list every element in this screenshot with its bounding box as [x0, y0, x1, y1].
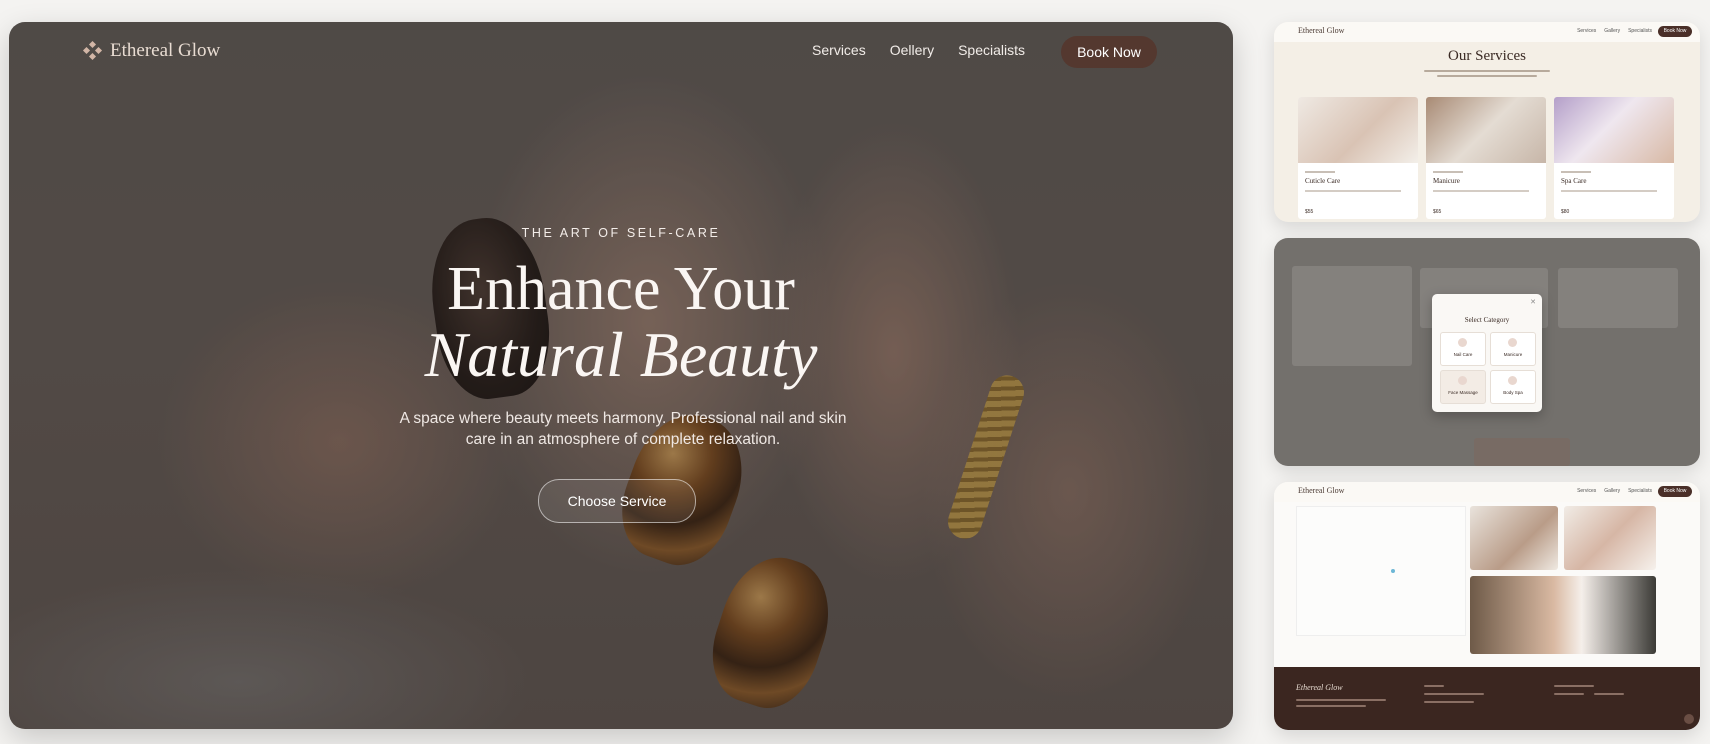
category-tile[interactable]: Manicure: [1490, 332, 1536, 366]
mini-nav-gallery[interactable]: Gallery: [1604, 28, 1620, 34]
services-subtitle-lines: [1424, 70, 1550, 80]
gallery-photo: [1470, 576, 1656, 654]
hero-eyebrow: THE ART OF SELF-CARE: [521, 226, 721, 240]
scroll-top-icon[interactable]: [1684, 714, 1694, 724]
logo-icon: [82, 40, 103, 61]
top-nav: Ethereal Glow Services Oellery Specialis…: [9, 22, 1233, 78]
nav-links: Services Oellery Specialists: [812, 42, 1025, 58]
close-icon[interactable]: ✕: [1530, 298, 1536, 306]
hero-title-line2: Natural Beauty: [424, 319, 818, 390]
service-card[interactable]: Cuticle Care $55: [1298, 97, 1418, 219]
service-name: Cuticle Care: [1305, 177, 1341, 185]
mini-nav-services[interactable]: Services: [1577, 488, 1596, 494]
mini-nav-specialists[interactable]: Specialists: [1628, 488, 1652, 494]
mini-book-button[interactable]: Book Now: [1658, 486, 1692, 497]
choose-service-button[interactable]: Choose Service: [538, 479, 696, 523]
category-tile[interactable]: Face Massage: [1440, 370, 1486, 404]
modal-title: Select Category: [1464, 316, 1510, 324]
hero-section: Ethereal Glow Services Oellery Specialis…: [9, 22, 1233, 729]
gallery-photo: [1470, 506, 1558, 570]
mini-nav-specialists[interactable]: Specialists: [1628, 28, 1652, 34]
category-preview-card[interactable]: ✕ Select Category Nail Care Manicure Fac…: [1274, 238, 1700, 466]
category-tile[interactable]: Nail Care: [1440, 332, 1486, 366]
brand-name: Ethereal Glow: [110, 40, 221, 61]
gallery-photo: [1564, 506, 1656, 570]
mini-nav: Ethereal Glow Services Gallery Specialis…: [1274, 22, 1700, 42]
nav-gallery[interactable]: Oellery: [890, 42, 934, 58]
contact-preview-card[interactable]: Ethereal Glow Services Gallery Specialis…: [1274, 482, 1700, 730]
service-photo: [1298, 97, 1418, 163]
mini-nav-links: Services Gallery Specialists: [1577, 488, 1652, 494]
mini-book-button[interactable]: Book Now: [1658, 26, 1692, 37]
logo[interactable]: Ethereal Glow: [82, 40, 221, 62]
mini-brand: Ethereal Glow: [1298, 486, 1345, 495]
service-card[interactable]: Manicure $65: [1426, 97, 1546, 219]
service-photo: [1426, 97, 1546, 163]
nav-services[interactable]: Services: [812, 42, 866, 58]
category-modal: ✕ Select Category Nail Care Manicure Fac…: [1432, 294, 1542, 412]
mini-brand: Ethereal Glow: [1298, 26, 1345, 35]
mini-nav-gallery[interactable]: Gallery: [1604, 488, 1620, 494]
services-preview-card[interactable]: Ethereal Glow Services Gallery Specialis…: [1274, 22, 1700, 222]
footer-brand: Ethereal Glow: [1296, 683, 1343, 692]
footer: Ethereal Glow: [1274, 667, 1700, 730]
service-photo: [1554, 97, 1674, 163]
category-tile[interactable]: Body Spa: [1490, 370, 1536, 404]
hero-subtitle: A space where beauty meets harmony. Prof…: [399, 410, 847, 448]
service-card[interactable]: Spa Care $80: [1554, 97, 1674, 219]
hero-title-line1: Enhance Your: [447, 255, 795, 323]
nav-specialists[interactable]: Specialists: [958, 42, 1025, 58]
mini-nav-links: Services Gallery Specialists: [1577, 28, 1652, 34]
mini-nav-services[interactable]: Services: [1577, 28, 1596, 34]
service-name: Manicure: [1433, 177, 1460, 185]
map-panel[interactable]: [1296, 506, 1466, 636]
mini-nav: Ethereal Glow Services Gallery Specialis…: [1274, 482, 1700, 502]
services-title: Our Services: [1448, 48, 1526, 64]
service-name: Spa Care: [1561, 177, 1587, 185]
book-now-button[interactable]: Book Now: [1061, 36, 1157, 68]
